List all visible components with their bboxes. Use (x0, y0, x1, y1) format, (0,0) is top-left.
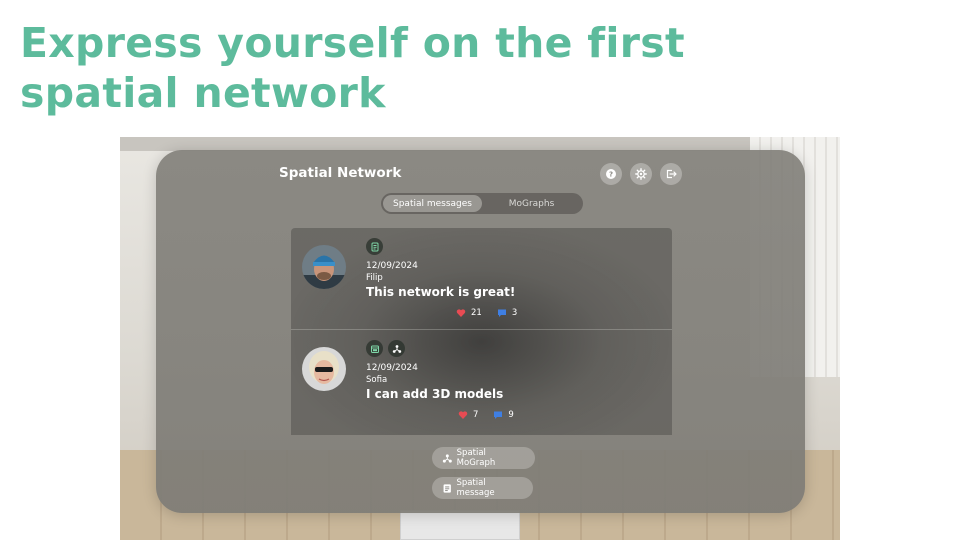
tab-mographs[interactable]: MoGraphs (482, 195, 581, 212)
logout-button[interactable] (660, 163, 682, 185)
calendar-icon (370, 345, 379, 353)
headline-line-2: spatial network (20, 69, 386, 117)
logout-icon (666, 169, 677, 179)
post-message: I can add 3D models (366, 387, 504, 401)
post-date: 12/09/2024 (366, 363, 418, 373)
post-badges (366, 340, 405, 357)
spatial-message-label: Spatial message (456, 478, 495, 498)
post-author: Filip (366, 273, 383, 283)
message-icon (443, 483, 451, 493)
post-stats: 21 3 (456, 308, 527, 318)
help-button[interactable]: ? (600, 163, 622, 185)
ceiling (120, 137, 840, 151)
app-window: Spatial Network ? Spatial messages MoGra… (156, 150, 805, 513)
settings-button[interactable] (630, 163, 652, 185)
toolbar: ? (600, 163, 682, 185)
badge (388, 340, 405, 357)
post-stats: 7 9 (458, 410, 524, 420)
svg-text:?: ? (609, 171, 613, 179)
tab-spatial-messages[interactable]: Spatial messages (383, 195, 482, 212)
badge (366, 340, 383, 357)
spatial-mograph-label: Spatial MoGraph (456, 448, 496, 468)
like-count-value: 21 (471, 308, 482, 318)
spatial-message-button[interactable]: Spatial message (432, 477, 533, 499)
comment-count-value: 9 (508, 410, 514, 420)
heart-icon (456, 309, 466, 317)
coffee-table (400, 510, 520, 540)
headline-line-1: Express yourself on the first (20, 19, 685, 67)
comment-count-value: 3 (511, 308, 518, 318)
comment-count[interactable]: 9 (493, 410, 514, 420)
heart-icon (458, 411, 468, 419)
comment-count[interactable]: 3 (497, 308, 517, 318)
settings-icon (635, 168, 647, 180)
tab-bar: Spatial messages MoGraphs (381, 193, 583, 214)
document-icon (371, 242, 378, 251)
badge (366, 238, 383, 255)
post-badges (366, 238, 383, 255)
post-item[interactable]: 12/09/2024 Sofia I can add 3D models 7 9 (291, 329, 672, 430)
post-author: Sofia (366, 375, 388, 385)
app-title: Spatial Network (279, 165, 402, 181)
comment-icon (497, 309, 506, 317)
mograph-icon (442, 453, 452, 463)
post-item[interactable]: 12/09/2024 Filip This network is great! … (291, 228, 672, 329)
headline: Express yourself on the first spatial ne… (20, 18, 685, 118)
like-count[interactable]: 7 (458, 410, 478, 420)
avatar (302, 245, 346, 289)
like-count-value: 7 (473, 410, 479, 420)
avatar (302, 347, 346, 391)
mograph-icon (392, 344, 401, 353)
post-message: This network is great! (366, 285, 516, 299)
like-count[interactable]: 21 (456, 308, 482, 318)
comment-icon (494, 411, 503, 419)
post-date: 12/09/2024 (366, 261, 418, 271)
help-icon: ? (606, 169, 616, 179)
spatial-mograph-button[interactable]: Spatial MoGraph (432, 447, 535, 469)
post-feed[interactable]: 12/09/2024 Filip This network is great! … (291, 228, 672, 435)
